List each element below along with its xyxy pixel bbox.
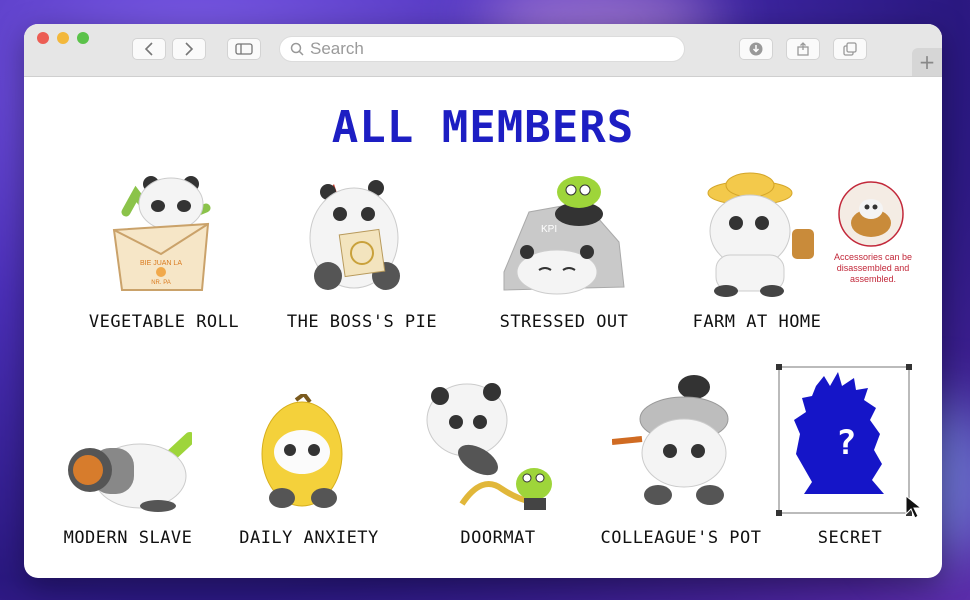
sidebar-icon [235, 43, 253, 55]
secret-question-mark: ? [836, 423, 856, 463]
rock-text: KPI [541, 224, 557, 235]
vegetable-roll-figure[interactable]: BIE JUAN LA NR. PA [106, 172, 216, 297]
chevron-right-icon [185, 42, 194, 56]
farm-at-home-figure[interactable] [692, 169, 827, 299]
member-label: COLLEAGUE'S POT [600, 528, 762, 548]
minimize-window-button[interactable] [57, 32, 69, 44]
roll-brand-text: BIE JUAN LA [140, 260, 182, 267]
download-button[interactable] [739, 38, 773, 60]
modern-slave-figure[interactable] [62, 424, 192, 514]
colleagues-pot-figure[interactable] [612, 367, 747, 509]
member-label: DAILY ANXIETY [239, 528, 379, 548]
download-icon [749, 42, 763, 56]
tabs-overview-button[interactable] [833, 38, 867, 60]
daily-anxiety-figure[interactable] [252, 394, 352, 509]
secret-figure[interactable]: ? [776, 364, 912, 516]
forward-button[interactable] [172, 38, 206, 60]
boss-pie-figure[interactable] [304, 176, 419, 296]
accessory-note: Accessories can be disassembled and asse… [833, 252, 913, 284]
member-label: MODERN SLAVE [63, 528, 193, 548]
roll-brand-text-2: NR. PA [151, 280, 171, 286]
member-label: VEGETABLE ROLL [88, 312, 240, 332]
sidebar-toggle-button[interactable] [227, 38, 261, 60]
member-label: DOORMAT [460, 528, 536, 548]
doormat-figure[interactable] [422, 374, 572, 514]
share-icon [797, 42, 809, 56]
search-bar[interactable]: Search [279, 36, 685, 62]
member-label: THE BOSS'S PIE [286, 312, 438, 332]
stressed-out-figure[interactable]: KPI [499, 172, 629, 297]
selection-handle[interactable] [906, 364, 912, 370]
page-title: ALL MEMBERS [331, 102, 635, 153]
accessory-detail-image [838, 181, 904, 247]
tabs-icon [843, 42, 857, 56]
new-tab-button[interactable]: + [912, 48, 942, 76]
chevron-left-icon [144, 42, 153, 56]
browser-window: Search + ALL MEMBERS BIE JUAN LA NR. PA [24, 24, 942, 578]
member-label: FARM AT HOME [692, 312, 822, 332]
browser-toolbar: Search + [24, 24, 942, 77]
share-button[interactable] [786, 38, 820, 60]
back-button[interactable] [132, 38, 166, 60]
member-label: SECRET [817, 528, 883, 548]
mouse-cursor-icon [905, 494, 923, 519]
search-placeholder: Search [310, 39, 364, 58]
maximize-window-button[interactable] [77, 32, 89, 44]
search-icon [290, 42, 304, 56]
member-label: STRESSED OUT [499, 312, 629, 332]
close-window-button[interactable] [37, 32, 49, 44]
selection-handle[interactable] [776, 510, 782, 516]
selection-handle[interactable] [776, 364, 782, 370]
